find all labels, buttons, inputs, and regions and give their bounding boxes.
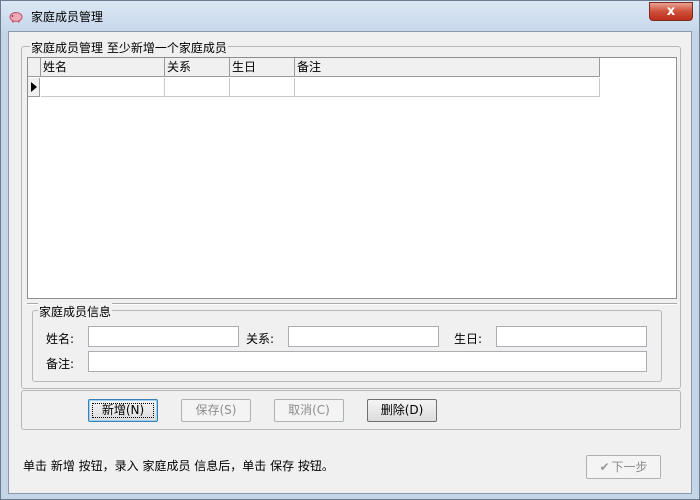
table-row[interactable] bbox=[28, 78, 600, 97]
action-buttons-group: 新增(N) 保存(S) 取消(C) 删除(D) bbox=[21, 390, 681, 430]
add-button-label: 新增(N) bbox=[101, 403, 145, 417]
relation-label: 关系: bbox=[246, 332, 275, 346]
column-header-name[interactable]: 姓名 bbox=[41, 58, 165, 77]
cell-relation[interactable] bbox=[165, 78, 230, 97]
cancel-button[interactable]: 取消(C) bbox=[274, 399, 344, 422]
cell-birthday[interactable] bbox=[230, 78, 295, 97]
save-button-label: 保存(S) bbox=[195, 403, 237, 417]
cell-name[interactable] bbox=[41, 78, 165, 97]
column-header-remark[interactable]: 备注 bbox=[295, 58, 600, 77]
grid-header: 姓名 关系 生日 备注 bbox=[28, 58, 600, 77]
remark-input[interactable] bbox=[88, 351, 647, 372]
column-header-relation[interactable]: 关系 bbox=[165, 58, 230, 77]
member-list-group: 家庭成员管理 至少新增一个家庭成员 姓名 关系 生日 备注 家庭成员信息 姓名:… bbox=[21, 39, 681, 389]
save-button[interactable]: 保存(S) bbox=[181, 399, 251, 422]
name-input[interactable] bbox=[88, 326, 239, 347]
member-info-group: 家庭成员信息 姓名: 关系: 生日: 备注: bbox=[32, 303, 662, 382]
check-icon: ✔ bbox=[599, 460, 610, 474]
instruction-text: 单击 新增 按钮，录入 家庭成员 信息后，单击 保存 按钮。 bbox=[23, 459, 334, 473]
client-area: 家庭成员管理 至少新增一个家庭成员 姓名 关系 生日 备注 家庭成员信息 姓名:… bbox=[8, 31, 692, 494]
cancel-button-label: 取消(C) bbox=[288, 403, 330, 417]
member-list-group-title: 家庭成员管理 至少新增一个家庭成员 bbox=[30, 39, 228, 56]
relation-input[interactable] bbox=[288, 326, 439, 347]
column-header-birthday[interactable]: 生日 bbox=[230, 58, 295, 77]
member-grid[interactable]: 姓名 关系 生日 备注 bbox=[27, 57, 677, 299]
next-button-label: 下一步 bbox=[611, 460, 648, 474]
grid-header-corner bbox=[28, 58, 41, 77]
add-button[interactable]: 新增(N) bbox=[88, 399, 158, 422]
delete-button-label: 删除(D) bbox=[380, 403, 424, 417]
piggy-bank-icon bbox=[9, 12, 23, 23]
remark-label: 备注: bbox=[46, 357, 75, 371]
close-icon: x bbox=[666, 4, 676, 19]
window-title: 家庭成员管理 bbox=[31, 10, 104, 24]
name-label: 姓名: bbox=[46, 332, 75, 346]
splitter[interactable] bbox=[27, 303, 677, 305]
cell-remark[interactable] bbox=[295, 78, 600, 97]
title-bar[interactable]: 家庭成员管理 x bbox=[1, 1, 699, 31]
birthday-label: 生日: bbox=[454, 332, 483, 346]
member-info-group-title: 家庭成员信息 bbox=[38, 303, 113, 320]
birthday-input[interactable] bbox=[496, 326, 647, 347]
close-button[interactable]: x bbox=[649, 2, 693, 21]
delete-button[interactable]: 删除(D) bbox=[367, 399, 437, 422]
dialog-window: 家庭成员管理 x 家庭成员管理 至少新增一个家庭成员 姓名 关系 生日 备注 家… bbox=[0, 0, 700, 500]
next-button[interactable]: ✔ 下一步 bbox=[586, 455, 661, 479]
